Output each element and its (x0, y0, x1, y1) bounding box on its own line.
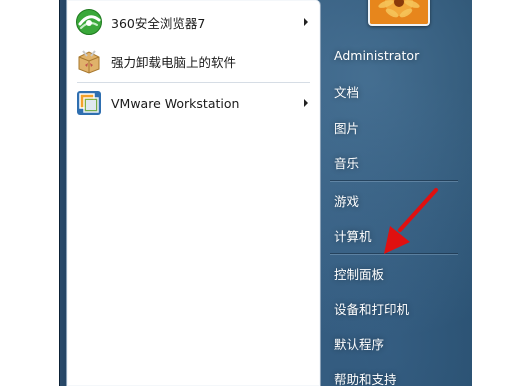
programs-pane: 360安全浏览器7 强力卸载电脑上的软件 VMware Workstation (66, 0, 321, 386)
right-item-default-programs[interactable]: 默认程序 (334, 334, 384, 353)
right-separator (330, 180, 458, 181)
right-item-user[interactable]: Administrator (334, 48, 419, 63)
program-item-360-browser[interactable]: 360安全浏览器7 (75, 4, 312, 40)
screenshot-stage: 360安全浏览器7 强力卸载电脑上的软件 VMware Workstation … (0, 0, 526, 386)
program-label: 360安全浏览器7 (111, 15, 206, 31)
user-avatar[interactable] (368, 0, 430, 26)
uninstall-box-icon (75, 47, 103, 75)
submenu-arrow-icon (304, 18, 308, 26)
submenu-arrow-icon (304, 99, 308, 107)
right-item-computer[interactable]: 计算机 (334, 226, 372, 245)
right-item-control-panel[interactable]: 控制面板 (334, 264, 384, 283)
right-item-games[interactable]: 游戏 (334, 191, 359, 210)
program-item-uninstaller[interactable]: 强力卸载电脑上的软件 (75, 43, 312, 79)
right-item-help-support[interactable]: 帮助和支持 (334, 369, 397, 386)
program-label: VMware Workstation (111, 95, 240, 111)
program-item-vmware[interactable]: VMware Workstation (75, 85, 312, 121)
right-item-music[interactable]: 音乐 (334, 153, 359, 172)
right-item-devices-printers[interactable]: 设备和打印机 (334, 299, 409, 318)
right-item-documents[interactable]: 文档 (334, 82, 359, 101)
programs-separator (77, 82, 310, 83)
right-item-pictures[interactable]: 图片 (334, 118, 359, 137)
program-label: 强力卸载电脑上的软件 (111, 54, 237, 70)
red-arrow-annotation-icon (384, 188, 438, 254)
browser-360-icon (75, 8, 103, 36)
vmware-icon (75, 89, 103, 117)
flower-avatar-image (370, 0, 428, 24)
